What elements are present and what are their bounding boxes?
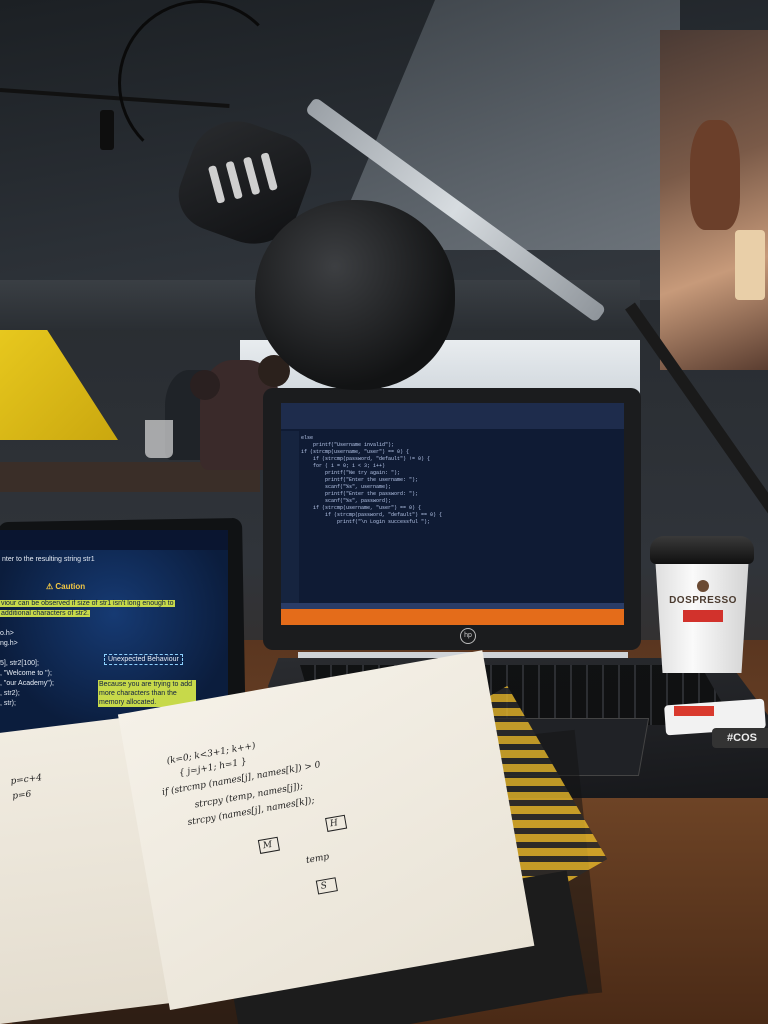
track-spotlight <box>100 110 114 150</box>
handwritten-box <box>325 814 348 832</box>
taskbar <box>281 609 624 625</box>
tablet-line: , str); <box>0 700 16 707</box>
tablet-line: , str2); <box>0 690 20 697</box>
tablet-line: 5], str2[100]; <box>0 660 39 667</box>
handwritten-note: p=6 <box>11 789 32 802</box>
tablet-line: , "our Academy"); <box>0 680 54 687</box>
handwritten-label: temp <box>305 852 330 867</box>
cup-logo-icon <box>697 580 709 592</box>
code-editor: else printf("Username invalid"); if (strc… <box>301 435 601 605</box>
lamp-vent <box>225 160 243 200</box>
coffee-cup-lid <box>650 536 754 564</box>
code-line: if (strcmp(username, "user") == 0) { <box>301 449 410 455</box>
code-line: scanf("%s", username); <box>301 484 392 490</box>
code-line: for ( i = 0; i < 3; i++) <box>301 463 386 469</box>
lamp-vent <box>242 156 261 196</box>
code-line: printf("Enter the password: "); <box>301 491 419 497</box>
code-line: printf("Ne try again: "); <box>301 470 401 476</box>
tablet-toolbar <box>0 530 228 550</box>
code-line: printf("\n Login successful "); <box>301 519 431 525</box>
sticker-red-band <box>674 706 714 716</box>
tablet-line: ng.h> <box>0 640 18 647</box>
handwritten-note: p=c+4 <box>9 773 43 787</box>
laptop-screen: else printf("Username invalid"); if (strc… <box>281 403 624 625</box>
iced-drink-cup <box>145 420 173 458</box>
lamp-shade <box>255 200 455 390</box>
unexpected-behaviour-box: Unexpected Behaviour <box>104 654 183 665</box>
tablet-line: , "Welcome to "); <box>0 670 52 677</box>
code-line: printf("Enter the username: "); <box>301 477 419 483</box>
notebook-right-page: (k=0; k<3+1; k++) { j=j+1; h=1 } if (str… <box>117 650 535 1010</box>
tablet-line: nter to the resulting string str1 <box>2 556 95 563</box>
cup-brand: DOSPRESSO <box>669 595 737 606</box>
poster-cup <box>735 230 765 300</box>
tablet-line: additional characters of str2. <box>0 610 90 617</box>
ide-toolbar <box>281 403 624 429</box>
tablet-line: viour can be observed if size of str1 is… <box>0 600 175 607</box>
code-line: scanf("%s", password); <box>301 498 392 504</box>
code-line: printf("Username invalid"); <box>301 442 395 448</box>
photo-scene: else printf("Username invalid"); if (strc… <box>0 0 768 1024</box>
line-number-gutter <box>281 431 299 611</box>
tablet-line: o.h> <box>0 630 14 637</box>
code-line: if (strcmp(password, "default") == 0) { <box>301 512 443 518</box>
hp-logo-icon: hp <box>460 628 476 644</box>
caution-heading: ⚠ Caution <box>46 582 86 591</box>
handwritten-box <box>315 877 338 895</box>
lamp-vent <box>260 152 278 192</box>
poster-person <box>690 120 740 230</box>
hashtag-sticker: #COS <box>712 728 768 748</box>
yellow-lamp <box>0 330 118 440</box>
lamp-vent <box>207 165 226 204</box>
handwritten-box <box>257 836 280 854</box>
person-head-1 <box>190 370 220 400</box>
code-line: if (strcmp(password, "default") != 0) { <box>301 456 431 462</box>
caution-label: Caution <box>55 582 86 591</box>
code-line: else <box>301 435 314 441</box>
cup-tag <box>683 610 723 622</box>
code-line: if (strcmp(username, "user") == 0) { <box>301 505 422 511</box>
